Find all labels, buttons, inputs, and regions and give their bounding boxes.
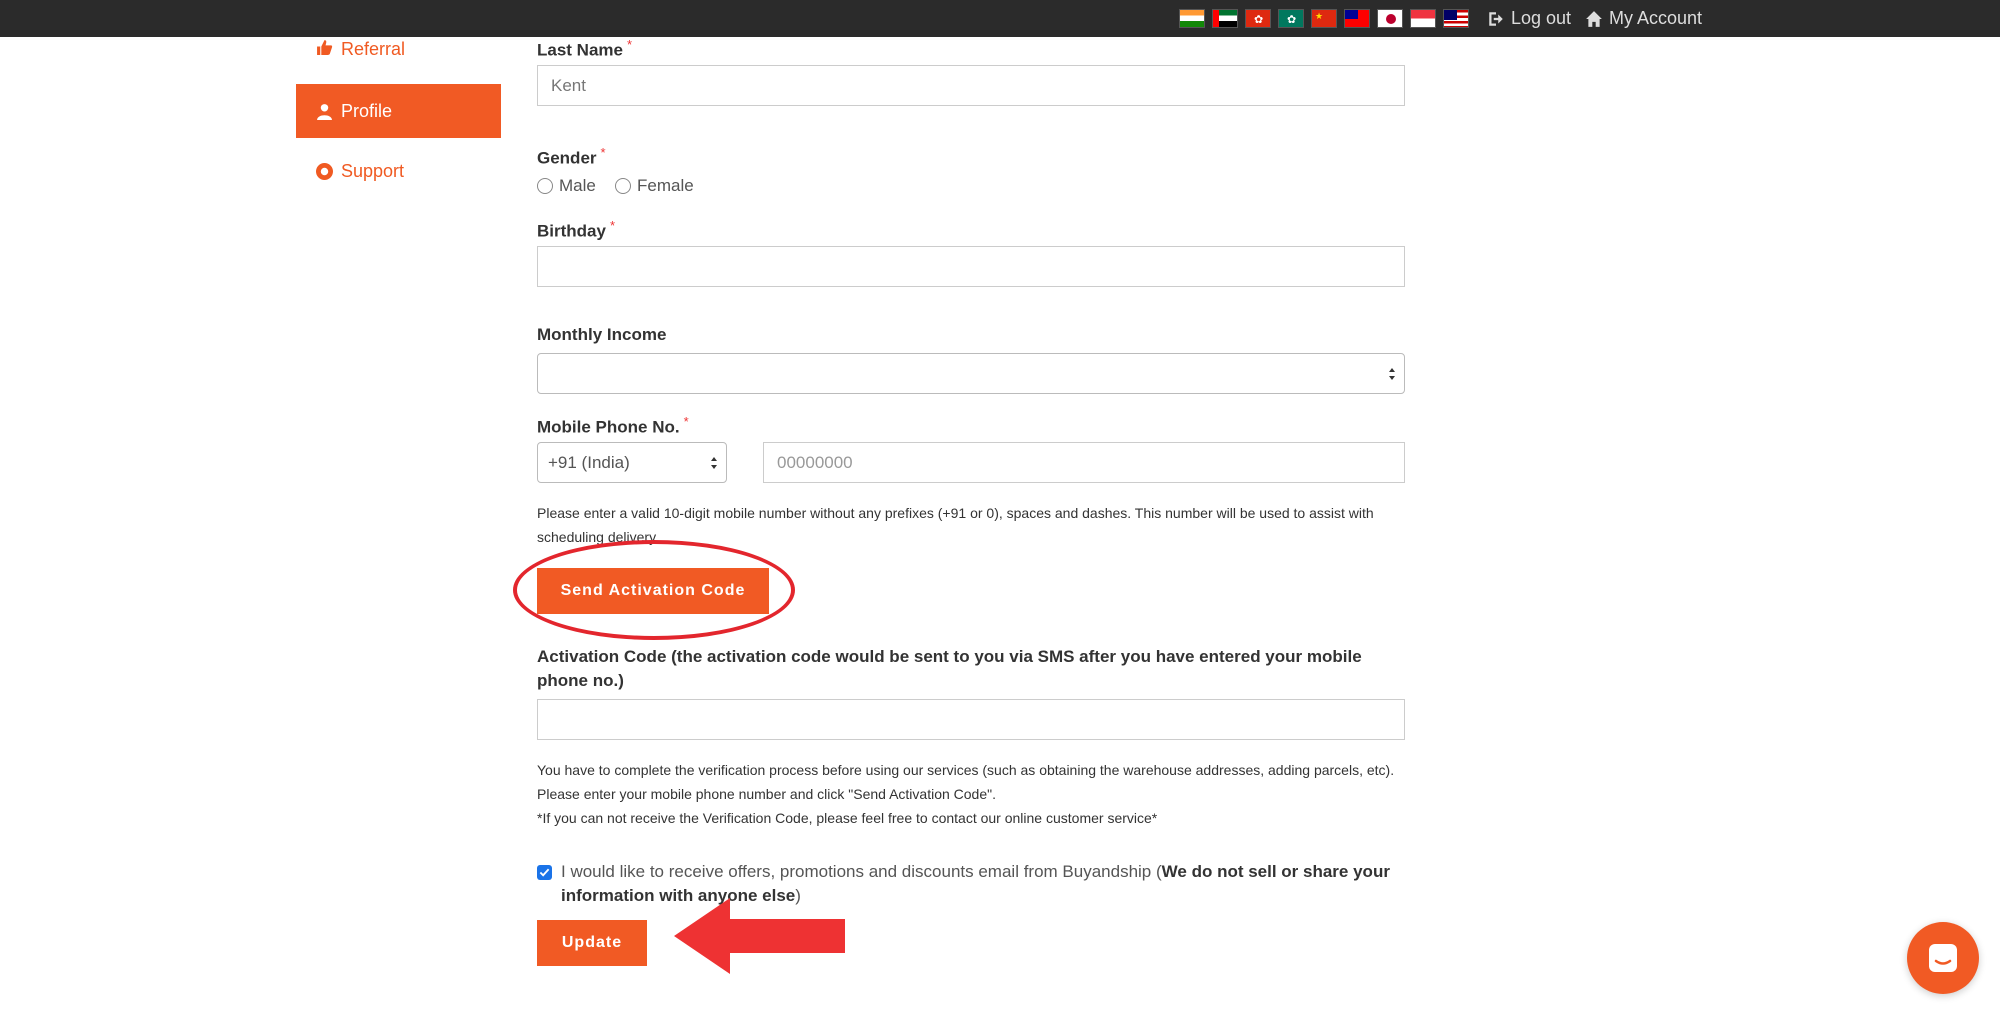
activation-code-label: Activation Code (the activation code wou… xyxy=(537,647,1362,690)
pointer-arrow-icon xyxy=(674,898,845,974)
select-arrows-icon xyxy=(711,457,717,469)
female-label: Female xyxy=(637,176,694,195)
logout-link[interactable]: Log out xyxy=(1487,8,1571,29)
consent-text: I would like to receive offers, promotio… xyxy=(561,862,1162,881)
thumbs-up-icon xyxy=(317,40,333,55)
sidebar: Referral Profile Support xyxy=(296,37,501,198)
last-name-label: Last Name * xyxy=(537,37,633,60)
sidebar-item-support[interactable]: Support xyxy=(296,144,501,198)
highlight-ellipse xyxy=(513,540,795,640)
flag-hongkong-icon[interactable]: ✿ xyxy=(1245,9,1271,28)
gender-label: Gender * xyxy=(537,145,606,168)
logout-label: Log out xyxy=(1511,8,1572,28)
chat-icon xyxy=(1929,944,1957,972)
birthday-field[interactable] xyxy=(537,246,1405,287)
flag-macau-icon[interactable]: ✿ xyxy=(1278,9,1304,28)
radio-female[interactable] xyxy=(615,178,631,194)
sign-out-icon xyxy=(1489,11,1503,26)
monthly-income-label: Monthly Income xyxy=(537,325,667,344)
sidebar-item-referral[interactable]: Referral xyxy=(296,37,501,64)
birthday-label: Birthday * xyxy=(537,218,616,241)
flag-uae-icon[interactable] xyxy=(1212,9,1238,28)
flag-china-icon[interactable]: ★ xyxy=(1311,9,1337,28)
flag-malaysia-icon[interactable] xyxy=(1443,9,1469,28)
gender-male-option[interactable]: Male xyxy=(537,176,596,196)
flag-taiwan-icon[interactable] xyxy=(1344,9,1370,28)
top-bar: ✿ ✿ ★ Log out My Account xyxy=(0,0,2000,37)
language-flags: ✿ ✿ ★ xyxy=(1179,9,1469,28)
my-account-link[interactable]: My Account xyxy=(1585,8,1702,29)
user-icon xyxy=(317,103,332,120)
sidebar-item-label: Referral xyxy=(341,39,406,59)
flag-india-icon[interactable] xyxy=(1179,9,1205,28)
country-code-value: +91 (India) xyxy=(548,452,630,472)
select-arrows-icon xyxy=(1389,368,1395,380)
monthly-income-select[interactable] xyxy=(537,353,1405,394)
update-button[interactable]: Update xyxy=(537,920,647,966)
sidebar-item-profile[interactable]: Profile xyxy=(296,84,501,138)
flag-singapore-icon[interactable] xyxy=(1410,9,1436,28)
my-account-label: My Account xyxy=(1609,8,1703,28)
verification-help-line: You have to complete the verification pr… xyxy=(537,762,1395,802)
radio-male[interactable] xyxy=(537,178,553,194)
activation-code-field[interactable] xyxy=(537,699,1405,740)
home-icon xyxy=(1586,10,1602,27)
male-label: Male xyxy=(559,176,596,195)
verification-help-text: You have to complete the verification pr… xyxy=(537,758,1397,830)
mobile-number-field[interactable]: 00000000 xyxy=(763,442,1405,483)
flag-japan-icon[interactable] xyxy=(1377,9,1403,28)
chat-launcher-button[interactable] xyxy=(1907,922,1979,994)
country-code-select[interactable]: +91 (India) xyxy=(537,442,727,483)
last-name-field[interactable]: Kent xyxy=(537,65,1405,106)
verification-help-note: *If you can not receive the Verification… xyxy=(537,810,1158,826)
sidebar-item-label: Support xyxy=(341,160,405,181)
promotions-checkbox[interactable] xyxy=(537,865,552,880)
mobile-label: Mobile Phone No. * xyxy=(537,414,689,437)
gender-female-option[interactable]: Female xyxy=(615,176,694,196)
check-icon xyxy=(539,868,550,877)
life-ring-icon xyxy=(316,162,333,180)
sidebar-item-label: Profile xyxy=(341,100,393,121)
